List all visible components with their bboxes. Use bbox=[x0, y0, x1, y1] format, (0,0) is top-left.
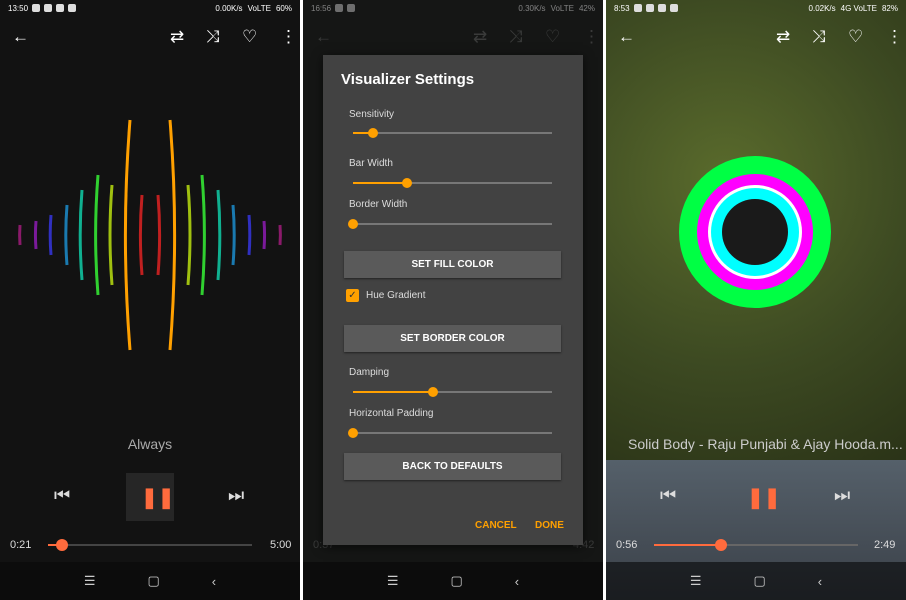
visualizer-bar bbox=[200, 174, 206, 296]
home-icon[interactable]: ▢ bbox=[451, 573, 463, 589]
duration: 2:49 bbox=[874, 539, 896, 551]
set-fill-color-button[interactable]: SET FILL COLOR bbox=[344, 251, 561, 278]
skip-previous-icon[interactable]: ⏮ bbox=[54, 485, 70, 506]
visualizer-ring bbox=[722, 199, 788, 265]
skip-next-icon[interactable]: ⏭ bbox=[834, 485, 850, 506]
visualizer-bar bbox=[231, 204, 236, 266]
visualizer-bar bbox=[108, 184, 114, 286]
menu-icon[interactable]: ☰ bbox=[84, 573, 96, 589]
skip-previous-icon[interactable]: ⏮ bbox=[660, 485, 676, 506]
back-icon[interactable]: ‹ bbox=[515, 574, 519, 589]
visualizer-bar bbox=[123, 119, 132, 351]
home-icon[interactable]: ▢ bbox=[754, 573, 766, 589]
pause-icon[interactable]: ❚❚ bbox=[747, 485, 781, 510]
visualizer-bar bbox=[168, 119, 177, 351]
seek-thumb[interactable] bbox=[56, 539, 68, 551]
track-title: Always bbox=[127, 436, 173, 452]
visualizer-bar bbox=[247, 214, 252, 256]
visualizer-bar bbox=[94, 174, 100, 296]
back-icon[interactable]: ‹ bbox=[212, 574, 216, 589]
visualizer-bar bbox=[216, 189, 222, 281]
checkbox-label: Hue Gradient bbox=[366, 290, 426, 301]
skip-next-icon[interactable]: ⏭ bbox=[228, 485, 244, 506]
horizontal-padding-slider[interactable] bbox=[348, 428, 552, 438]
visualizer-settings-dialog: Visualizer Settings Sensitivity Bar Widt… bbox=[323, 55, 583, 545]
visualizer-bar bbox=[262, 220, 267, 250]
menu-icon[interactable]: ☰ bbox=[690, 573, 702, 589]
home-icon[interactable]: ▢ bbox=[148, 573, 160, 589]
visualizer-bar bbox=[138, 194, 144, 276]
visualizer-bar bbox=[33, 220, 38, 250]
player-screen-3: 8:53 0.02K/s 4G VoLTE 82% ← ⇄ ⤨ ♡ ⋮ Solid … bbox=[606, 0, 906, 600]
done-button[interactable]: DONE bbox=[535, 520, 564, 531]
circle-visualizer bbox=[679, 156, 831, 308]
cancel-button[interactable]: CANCEL bbox=[475, 520, 517, 531]
pause-button[interactable]: ❚❚ bbox=[126, 473, 175, 521]
seek-bar[interactable] bbox=[48, 544, 252, 546]
border-width-slider[interactable] bbox=[348, 219, 552, 229]
visualizer-bar bbox=[186, 184, 192, 286]
slider-label: Horizontal Padding bbox=[349, 408, 434, 419]
seek-progress bbox=[654, 544, 721, 546]
back-icon[interactable]: ‹ bbox=[818, 574, 822, 589]
elapsed-time: 0:21 bbox=[10, 539, 32, 551]
pause-icon: ❚❚ bbox=[141, 487, 175, 509]
seek-thumb[interactable] bbox=[715, 539, 727, 551]
duration: 5:00 bbox=[270, 539, 292, 551]
visualizer-bar bbox=[48, 214, 53, 256]
damping-slider[interactable] bbox=[353, 387, 552, 397]
visualizer-bar bbox=[156, 194, 162, 276]
settings-screen: 16:56 0.30K/sVoLTE42% ← ⇄ ⤨ ♡ ⋮ 0:37 4:4… bbox=[303, 0, 603, 600]
visualizer-bar bbox=[64, 204, 69, 266]
visualizer-bar bbox=[78, 189, 84, 281]
nav-bar: ☰ ▢ ‹ bbox=[0, 562, 300, 600]
slider-label: Bar Width bbox=[349, 158, 393, 169]
back-to-defaults-button[interactable]: BACK TO DEFAULTS bbox=[344, 453, 561, 480]
menu-icon[interactable]: ☰ bbox=[387, 573, 399, 589]
hue-gradient-checkbox[interactable]: ✓ bbox=[346, 289, 359, 302]
nav-bar: ☰ ▢ ‹ bbox=[303, 562, 603, 600]
dialog-title: Visualizer Settings bbox=[341, 71, 475, 88]
slider-label: Border Width bbox=[349, 199, 408, 210]
slider-label: Damping bbox=[349, 367, 390, 378]
slider-label: Sensitivity bbox=[349, 109, 395, 120]
sensitivity-slider[interactable] bbox=[353, 128, 552, 138]
elapsed-time: 0:56 bbox=[616, 539, 638, 551]
bar-width-slider[interactable] bbox=[353, 178, 552, 188]
player-screen-1: 13:50 0.00K/s VoLTE 60% ← ⇄ ⤨ ♡ ⋮ Always ⏮… bbox=[0, 0, 300, 600]
track-title: Solid Body - Raju Punjabi & Ajay Hooda.m… bbox=[628, 436, 903, 452]
nav-bar: ☰ ▢ ‹ bbox=[606, 562, 906, 600]
set-border-color-button[interactable]: SET BORDER COLOR bbox=[344, 325, 561, 352]
